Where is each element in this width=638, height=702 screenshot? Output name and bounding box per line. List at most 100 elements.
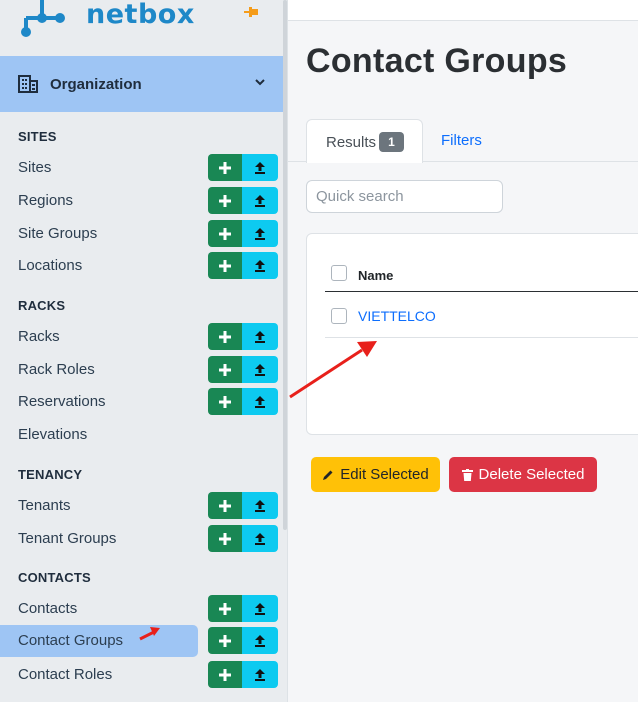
import-racks-button[interactable] <box>242 323 278 350</box>
quick-search-input[interactable] <box>306 180 503 213</box>
import-locations-button[interactable] <box>242 252 278 279</box>
brand-logo[interactable]: netbox <box>16 0 195 40</box>
sidebar-item-label: Tenant Groups <box>18 530 117 547</box>
sidebar-item-label: Contact Roles <box>18 666 113 683</box>
section-contacts: CONTACTS <box>18 570 91 585</box>
sidebar-item-rack-roles[interactable]: Rack Roles <box>0 354 282 386</box>
building-icon <box>18 75 38 93</box>
add-regions-button[interactable] <box>208 187 242 214</box>
sidebar-item-racks[interactable]: Racks <box>0 321 282 353</box>
contact-group-link[interactable]: VIETTELCO <box>358 308 436 324</box>
add-racks-button[interactable] <box>208 323 242 350</box>
plus-icon <box>219 330 231 343</box>
edit-selected-button[interactable]: Edit Selected <box>311 457 440 492</box>
sidebar-item-tenants[interactable]: Tenants <box>0 490 282 522</box>
results-table-card: Name VIETTELCO <box>306 233 638 435</box>
sidebar-item-locations[interactable]: Locations <box>0 250 282 282</box>
import-rack-roles-button[interactable] <box>242 356 278 383</box>
import-tenants-button[interactable] <box>242 492 278 519</box>
row-divider <box>325 337 638 338</box>
edit-selected-label: Edit Selected <box>340 466 429 483</box>
import-contacts-button[interactable] <box>242 595 278 622</box>
sidebar-item-label: Contact Groups <box>18 632 124 649</box>
add-tenant-groups-button[interactable] <box>208 525 242 552</box>
add-rack-roles-button[interactable] <box>208 356 242 383</box>
sidebar-scrollbar[interactable] <box>283 0 287 530</box>
row-checkbox[interactable] <box>331 308 347 324</box>
menu-title: Organization <box>50 75 142 93</box>
netbox-logo-icon <box>21 0 65 37</box>
plus-icon <box>219 259 231 272</box>
sidebar-item-elevations[interactable]: Elevations <box>0 419 282 451</box>
add-contacts-button[interactable] <box>208 595 242 622</box>
add-site-groups-button[interactable] <box>208 220 242 247</box>
upload-icon <box>255 363 265 376</box>
upload-icon <box>255 395 265 408</box>
plus-icon <box>219 668 231 681</box>
upload-icon <box>255 602 265 615</box>
plus-icon <box>219 161 231 174</box>
import-contact-roles-button[interactable] <box>242 661 278 688</box>
column-header-name[interactable]: Name <box>358 268 393 283</box>
sidebar-item-contact-groups[interactable]: Contact Groups <box>0 625 282 657</box>
import-sites-button[interactable] <box>242 154 278 181</box>
plus-icon <box>219 395 231 408</box>
sidebar-item-site-groups[interactable]: Site Groups <box>0 218 282 250</box>
sidebar-item-contact-roles[interactable]: Contact Roles <box>0 659 282 691</box>
import-contact-groups-button[interactable] <box>242 627 278 654</box>
plus-icon <box>219 602 231 615</box>
add-tenants-button[interactable] <box>208 492 242 519</box>
trash-icon <box>461 468 473 481</box>
add-locations-button[interactable] <box>208 252 242 279</box>
top-navbar <box>288 0 638 21</box>
delete-selected-label: Delete Selected <box>478 466 585 483</box>
pin-icon[interactable] <box>243 6 259 18</box>
sidebar-item-label: Regions <box>18 192 74 209</box>
add-contact-roles-button[interactable] <box>208 661 242 688</box>
import-site-groups-button[interactable] <box>242 220 278 247</box>
results-count-badge: 1 <box>379 132 404 152</box>
sidebar-item-label: Tenants <box>18 497 71 514</box>
add-sites-button[interactable] <box>208 154 242 181</box>
sidebar-item-regions[interactable]: Regions <box>0 185 282 217</box>
upload-icon <box>255 227 265 240</box>
sidebar-item-contacts[interactable]: Contacts <box>0 593 282 625</box>
sidebar-item-label: Sites <box>18 159 52 176</box>
plus-icon <box>219 532 231 545</box>
add-reservations-button[interactable] <box>208 388 242 415</box>
brand-name: netbox <box>86 0 195 30</box>
add-contact-groups-button[interactable] <box>208 627 242 654</box>
menu-organization[interactable]: Organization <box>0 56 284 112</box>
upload-icon <box>255 634 265 647</box>
plus-icon <box>219 363 231 376</box>
sidebar-item-label: Locations <box>18 257 83 274</box>
plus-icon <box>219 634 231 647</box>
select-all-checkbox[interactable] <box>331 265 347 281</box>
sidebar: netbox Organization SITES Sites Regions … <box>0 0 288 702</box>
upload-icon <box>255 330 265 343</box>
pencil-icon <box>323 470 333 480</box>
page-title: Contact Groups <box>306 42 568 80</box>
sidebar-item-label: Site Groups <box>18 225 98 242</box>
import-tenant-groups-button[interactable] <box>242 525 278 552</box>
plus-icon <box>219 194 231 207</box>
upload-icon <box>255 259 265 272</box>
upload-icon <box>255 161 265 174</box>
tab-filters[interactable]: Filters <box>441 132 482 149</box>
tab-results[interactable]: Results 1 <box>306 119 423 163</box>
tab-results-label: Results <box>326 134 377 151</box>
sidebar-item-tenant-groups[interactable]: Tenant Groups <box>0 523 282 555</box>
section-tenancy: TENANCY <box>18 467 83 482</box>
plus-icon <box>219 499 231 512</box>
import-regions-button[interactable] <box>242 187 278 214</box>
header-divider <box>325 291 638 292</box>
import-reservations-button[interactable] <box>242 388 278 415</box>
plus-icon <box>219 227 231 240</box>
sidebar-item-label: Racks <box>18 328 60 345</box>
delete-selected-button[interactable]: Delete Selected <box>449 457 597 492</box>
sidebar-item-label: Contacts <box>18 600 78 617</box>
chevron-down-icon <box>255 79 265 86</box>
sidebar-item-reservations[interactable]: Reservations <box>0 386 282 418</box>
sidebar-item-sites[interactable]: Sites <box>0 152 282 184</box>
upload-icon <box>255 499 265 512</box>
